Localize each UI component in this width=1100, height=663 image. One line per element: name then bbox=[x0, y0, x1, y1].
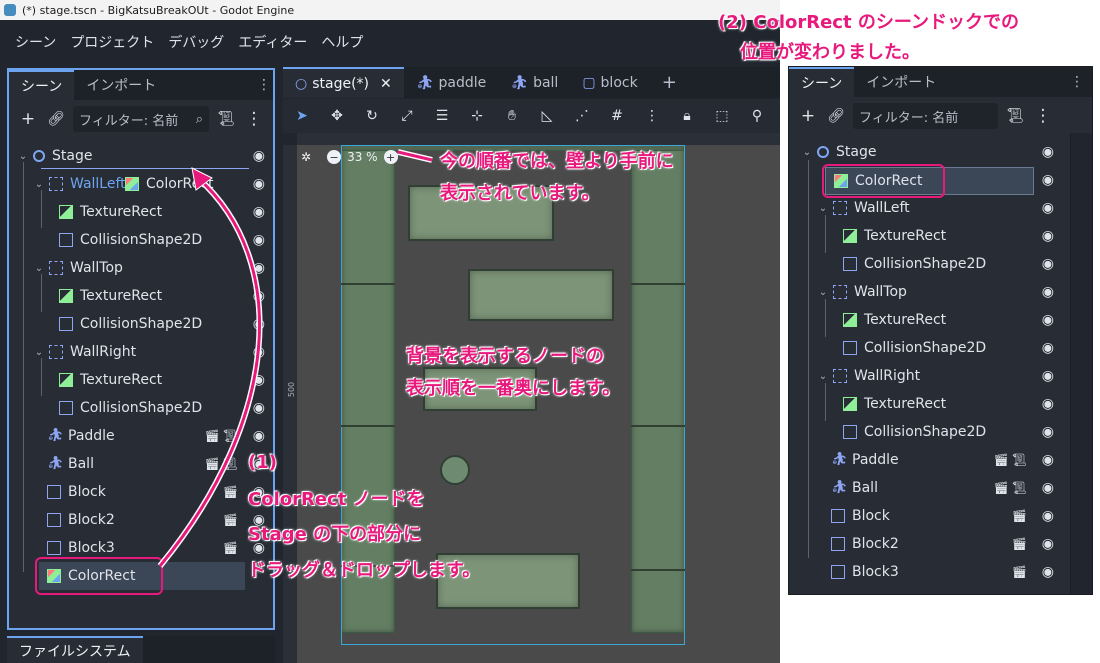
note-background-1: 背景を表示するノードの bbox=[406, 346, 604, 367]
drag-arrow-outline bbox=[157, 175, 263, 568]
note-step1-1: (1) bbox=[248, 452, 277, 473]
note-step1-4: ドラッグ＆ドロップします。 bbox=[248, 560, 481, 581]
note-background-2: 表示順を一番奥にします。 bbox=[406, 378, 621, 399]
drag-arrow bbox=[158, 176, 261, 567]
note-top-right-2: 位置が変わりました。 bbox=[740, 42, 920, 63]
note-current-order-1: 今の順番では、壁より手前に bbox=[440, 151, 674, 172]
screenshot-root: (*) stage.tscn - BigKatsuBreakOUt - Godo… bbox=[0, 0, 1100, 663]
note-step1-2: ColorRect ノードを bbox=[248, 489, 425, 510]
note-top-right-1: (2) ColorRect のシーンドックでの bbox=[718, 12, 1019, 33]
note-step1-3: Stage の下の部分に bbox=[248, 524, 422, 545]
note-current-order-2: 表示されています。 bbox=[440, 183, 600, 204]
annotation-arrows bbox=[157, 149, 433, 568]
